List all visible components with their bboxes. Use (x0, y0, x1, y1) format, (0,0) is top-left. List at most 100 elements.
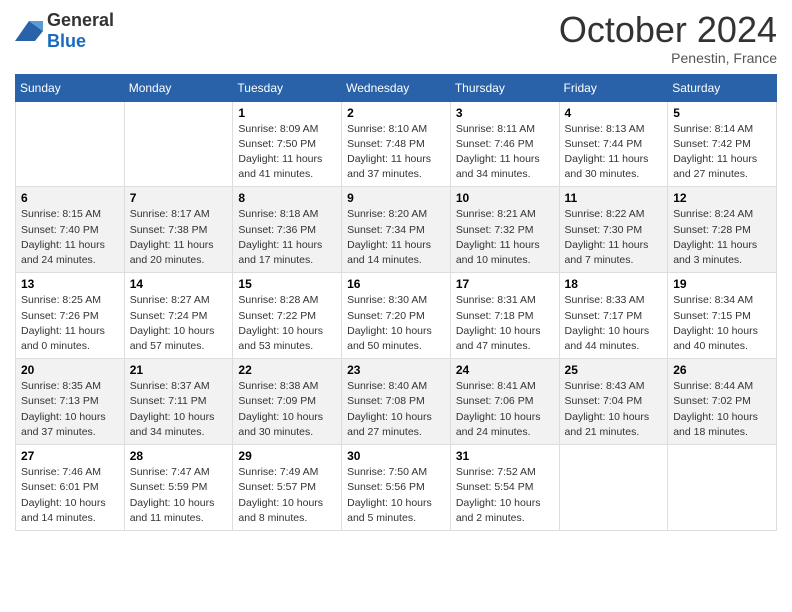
sunrise-text: Sunrise: 8:25 AM (21, 294, 101, 306)
day-number: 23 (347, 363, 445, 377)
sunset-text: Sunset: 5:54 PM (456, 481, 534, 493)
sunrise-text: Sunrise: 8:21 AM (456, 208, 536, 220)
sunset-text: Sunset: 7:50 PM (238, 138, 316, 150)
sunrise-text: Sunrise: 8:31 AM (456, 294, 536, 306)
day-number: 16 (347, 277, 445, 291)
sunrise-text: Sunrise: 8:13 AM (565, 123, 645, 135)
day-info: Sunrise: 8:37 AMSunset: 7:11 PMDaylight:… (130, 379, 228, 440)
calendar-cell: 21 Sunrise: 8:37 AMSunset: 7:11 PMDayligh… (124, 359, 233, 445)
sunrise-text: Sunrise: 7:50 AM (347, 466, 427, 478)
sunset-text: Sunset: 7:06 PM (456, 395, 534, 407)
calendar-cell: 11 Sunrise: 8:22 AMSunset: 7:30 PMDayligh… (559, 187, 668, 273)
sunset-text: Sunset: 7:09 PM (238, 395, 316, 407)
day-number: 14 (130, 277, 228, 291)
calendar-cell (668, 445, 777, 531)
page-header: General Blue October 2024 Penestin, Fran… (15, 10, 777, 66)
col-thursday: Thursday (450, 74, 559, 101)
sunrise-text: Sunrise: 8:24 AM (673, 208, 753, 220)
sunset-text: Sunset: 7:28 PM (673, 224, 751, 236)
sunset-text: Sunset: 5:56 PM (347, 481, 425, 493)
day-number: 5 (673, 106, 771, 120)
calendar-cell (16, 101, 125, 187)
day-info: Sunrise: 7:50 AM Sunset: 5:56 PM Daylight:… (347, 465, 445, 526)
sunset-text: Sunset: 7:13 PM (21, 395, 99, 407)
calendar-table: Sunday Monday Tuesday Wednesday Thursday… (15, 74, 777, 531)
logo-icon (15, 21, 43, 41)
sunrise-text: Sunrise: 7:47 AM (130, 466, 210, 478)
daylight-text: Daylight: 10 hours and 34 minutes. (130, 411, 215, 438)
daylight-text: Daylight: 10 hours and 8 minutes. (238, 497, 323, 524)
day-number: 20 (21, 363, 119, 377)
daylight-text: Daylight: 11 hours and 41 minutes. (238, 153, 322, 180)
day-info: Sunrise: 8:13 AMSunset: 7:44 PMDaylight:… (565, 122, 663, 183)
daylight-text: Daylight: 10 hours and 40 minutes. (673, 325, 758, 352)
sunrise-text: Sunrise: 8:14 AM (673, 123, 753, 135)
calendar-week-row: 1Sunrise: 8:09 AMSunset: 7:50 PMDaylight… (16, 101, 777, 187)
day-info: Sunrise: 8:17 AMSunset: 7:38 PMDaylight:… (130, 207, 228, 268)
daylight-text: Daylight: 10 hours and 50 minutes. (347, 325, 432, 352)
calendar-cell: 16Sunrise: 8:30 AMSunset: 7:20 PMDayligh… (342, 273, 451, 359)
sunrise-text: Sunrise: 8:22 AM (565, 208, 645, 220)
calendar-cell (559, 445, 668, 531)
day-number: 11 (565, 191, 663, 205)
sunrise-text: Sunrise: 7:46 AM (21, 466, 101, 478)
day-number: 13 (21, 277, 119, 291)
calendar-cell: 13 Sunrise: 8:25 AMSunset: 7:26 PMDayligh… (16, 273, 125, 359)
day-number: 10 (456, 191, 554, 205)
day-info: Sunrise: 7:47 AMSunset: 5:59 PMDaylight:… (130, 465, 228, 526)
daylight-text: Daylight: 10 hours and 27 minutes. (347, 411, 432, 438)
sunset-text: Sunset: 7:34 PM (347, 224, 425, 236)
sunset-text: Sunset: 7:22 PM (238, 310, 316, 322)
day-info: Sunrise: 8:22 AMSunset: 7:30 PMDaylight:… (565, 207, 663, 268)
col-tuesday: Tuesday (233, 74, 342, 101)
logo-blue: Blue (47, 31, 86, 51)
col-monday: Monday (124, 74, 233, 101)
sunrise-text: Sunrise: 8:27 AM (130, 294, 210, 306)
daylight-text: Daylight: 10 hours and 37 minutes. (21, 411, 106, 438)
calendar-cell: 22Sunrise: 8:38 AMSunset: 7:09 PMDayligh… (233, 359, 342, 445)
col-wednesday: Wednesday (342, 74, 451, 101)
daylight-text: Daylight: 10 hours and 14 minutes. (21, 497, 106, 524)
day-info: Sunrise: 8:38 AMSunset: 7:09 PMDaylight:… (238, 379, 336, 440)
day-number: 12 (673, 191, 771, 205)
day-info: Sunrise: 8:10 AMSunset: 7:48 PMDaylight:… (347, 122, 445, 183)
day-number: 2 (347, 106, 445, 120)
sunrise-text: Sunrise: 8:34 AM (673, 294, 753, 306)
sunset-text: Sunset: 7:04 PM (565, 395, 643, 407)
logo-text: General Blue (47, 10, 114, 52)
day-number: 15 (238, 277, 336, 291)
calendar-cell: 31Sunrise: 7:52 AMSunset: 5:54 PMDayligh… (450, 445, 559, 531)
day-info: Sunrise: 8:25 AMSunset: 7:26 PMDaylight:… (21, 293, 119, 354)
calendar-cell: 5Sunrise: 8:14 AMSunset: 7:42 PMDaylight… (668, 101, 777, 187)
day-info: Sunrise: 8:27 AMSunset: 7:24 PMDaylight:… (130, 293, 228, 354)
sunrise-text: Sunrise: 8:30 AM (347, 294, 427, 306)
daylight-text: Daylight: 10 hours and 57 minutes. (130, 325, 215, 352)
day-info: Sunrise: 8:24 AMSunset: 7:28 PMDaylight:… (673, 207, 771, 268)
daylight-text: Daylight: 11 hours and 30 minutes. (565, 153, 649, 180)
sunrise-text: Sunrise: 8:17 AM (130, 208, 210, 220)
calendar-cell: 29Sunrise: 7:49 AMSunset: 5:57 PMDayligh… (233, 445, 342, 531)
daylight-text: Daylight: 10 hours and 5 minutes. (347, 497, 432, 524)
daylight-text: Daylight: 11 hours and 27 minutes. (673, 153, 757, 180)
day-number: 27 (21, 449, 119, 463)
calendar-cell: 28Sunrise: 7:47 AMSunset: 5:59 PMDayligh… (124, 445, 233, 531)
sunset-text: Sunset: 7:17 PM (565, 310, 643, 322)
daylight-text: Daylight: 10 hours and 2 minutes. (456, 497, 541, 524)
day-info: Sunrise: 8:15 AMSunset: 7:40 PMDaylight:… (21, 207, 119, 268)
sunset-text: Sunset: 7:40 PM (21, 224, 99, 236)
sunset-text: Sunset: 7:18 PM (456, 310, 534, 322)
sunrise-text: Sunrise: 8:35 AM (21, 380, 101, 392)
calendar-cell: 10Sunrise: 8:21 AMSunset: 7:32 PMDayligh… (450, 187, 559, 273)
daylight-text: Daylight: 10 hours and 44 minutes. (565, 325, 650, 352)
title-block: October 2024 Penestin, France (559, 10, 777, 66)
day-info: Sunrise: 8:34 AMSunset: 7:15 PMDaylight:… (673, 293, 771, 354)
day-number: 9 (347, 191, 445, 205)
sunrise-text: Sunrise: 8:15 AM (21, 208, 101, 220)
logo: General Blue (15, 10, 114, 52)
day-info: Sunrise: 8:33 AMSunset: 7:17 PMDaylight:… (565, 293, 663, 354)
calendar-cell (124, 101, 233, 187)
calendar-week-row: 27Sunrise: 7:46 AMSunset: 6:01 PMDayligh… (16, 445, 777, 531)
daylight-text: Daylight: 10 hours and 30 minutes. (238, 411, 323, 438)
day-number: 17 (456, 277, 554, 291)
day-number: 21 (130, 363, 228, 377)
